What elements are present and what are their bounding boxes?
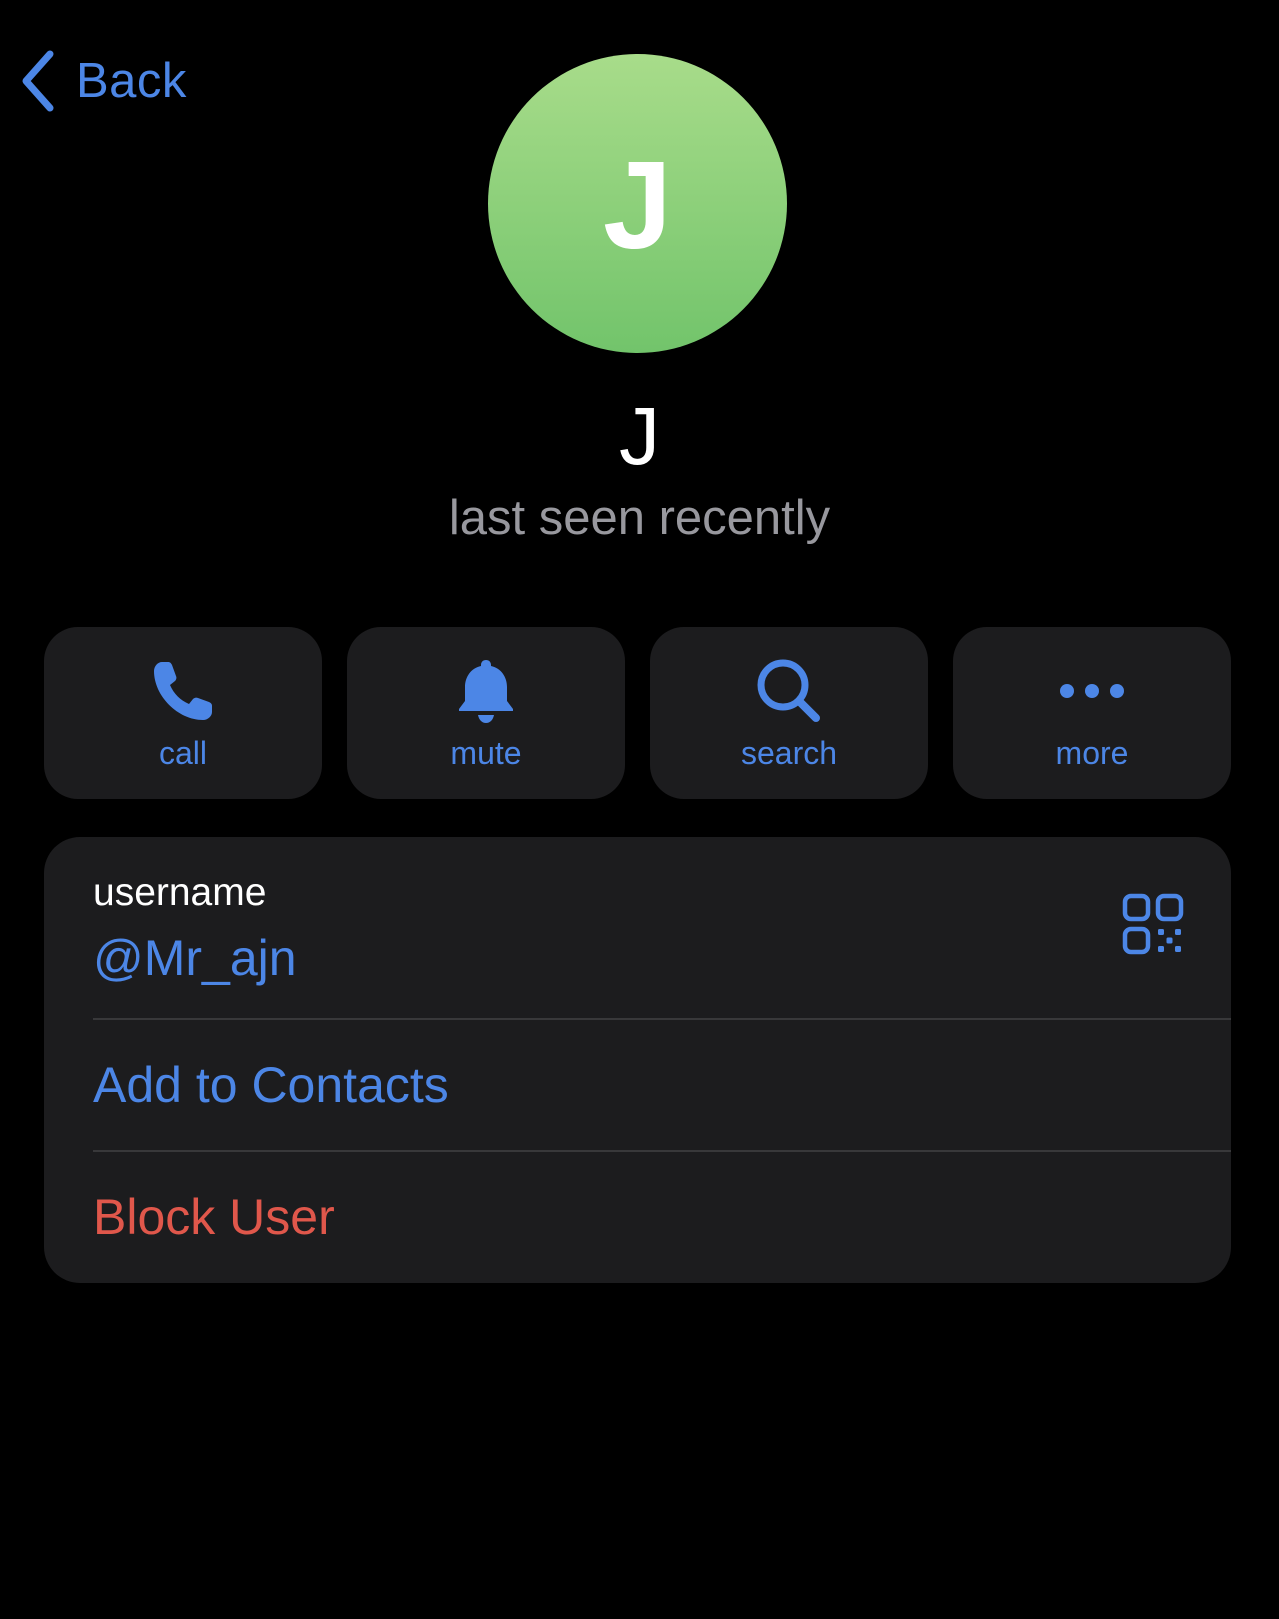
more-label: more	[1055, 735, 1129, 771]
username-value[interactable]: @Mr_ajn	[93, 929, 297, 987]
action-bar: call mute search more	[44, 627, 1231, 799]
search-label: search	[740, 735, 838, 771]
more-button[interactable]: more	[953, 627, 1231, 799]
username-row[interactable]: username @Mr_ajn	[44, 837, 1231, 1018]
mute-label: mute	[450, 735, 522, 771]
block-user-label: Block User	[93, 1189, 335, 1245]
avatar-initial: J	[603, 136, 672, 275]
search-icon	[757, 659, 820, 722]
block-user-button[interactable]: Block User	[44, 1152, 1231, 1282]
chevron-left-icon	[22, 50, 54, 112]
more-icon	[1060, 684, 1124, 698]
info-card: username @Mr_ajn Add to Contacts Block U…	[44, 837, 1231, 1283]
profile-name: J	[619, 391, 660, 482]
username-label: username	[93, 871, 267, 914]
call-button[interactable]: call	[44, 627, 322, 799]
phone-icon	[154, 662, 212, 720]
call-label: call	[158, 735, 207, 771]
add-to-contacts-label: Add to Contacts	[93, 1057, 449, 1113]
qr-code-icon[interactable]	[1122, 893, 1184, 955]
profile-status: last seen recently	[448, 491, 831, 545]
search-button[interactable]: search	[650, 627, 928, 799]
mute-button[interactable]: mute	[347, 627, 625, 799]
avatar[interactable]: J	[488, 54, 787, 353]
back-label: Back	[76, 54, 187, 108]
add-to-contacts-button[interactable]: Add to Contacts	[44, 1020, 1231, 1150]
bell-icon	[459, 660, 513, 723]
back-button[interactable]: Back	[18, 46, 187, 116]
